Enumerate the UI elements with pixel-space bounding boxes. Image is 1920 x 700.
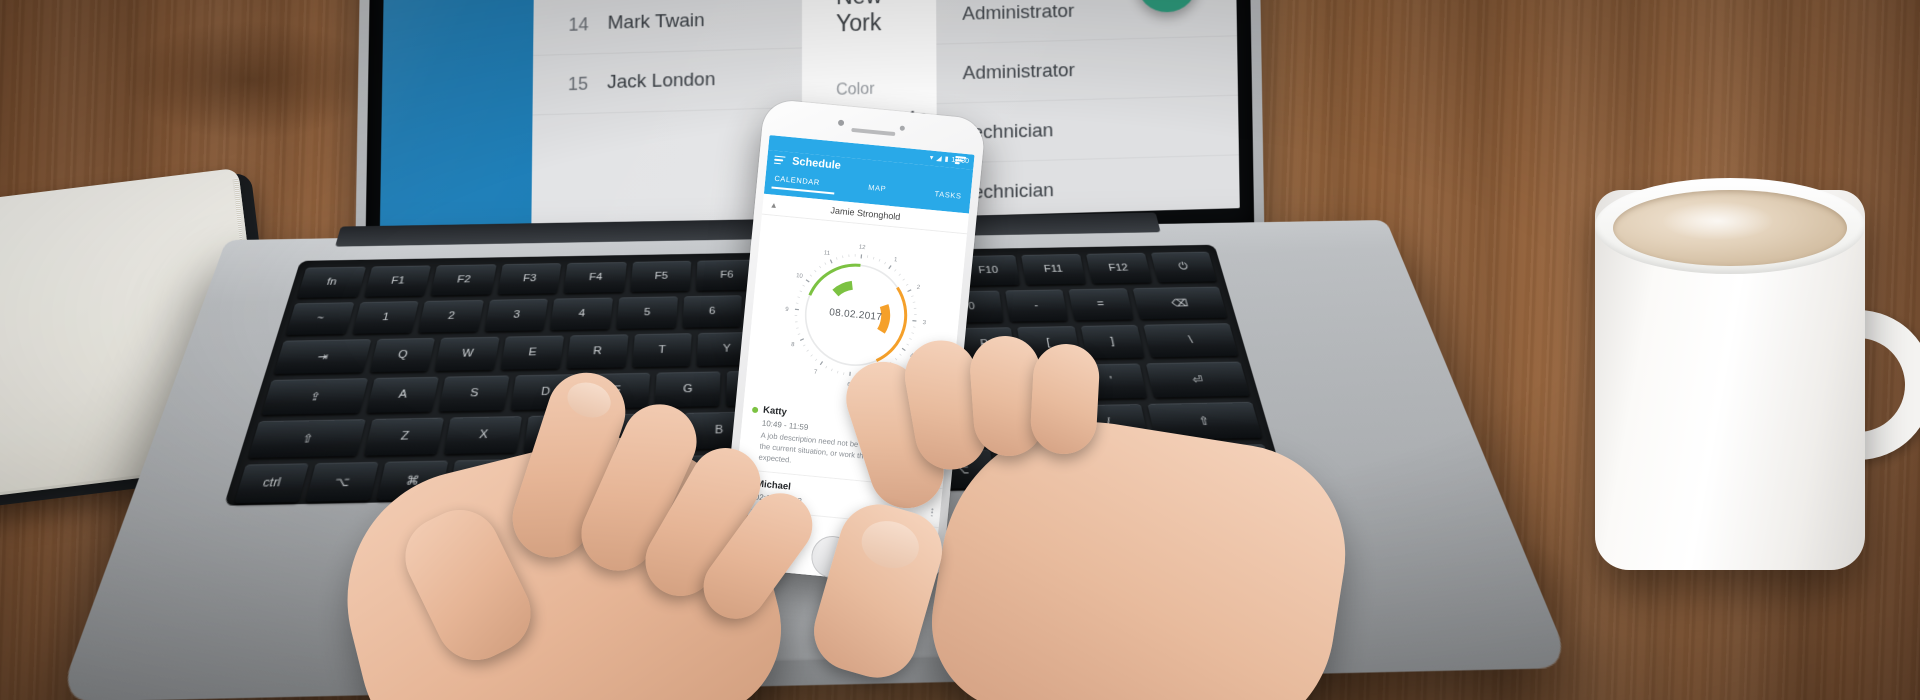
- dial-hour-label: 1: [894, 257, 899, 263]
- filter-icon[interactable]: [954, 155, 967, 165]
- dial-tick: [829, 259, 833, 264]
- dial-tick: [888, 265, 892, 270]
- hamburger-icon[interactable]: [773, 155, 786, 165]
- coffee-foam: [1663, 202, 1773, 240]
- battery-icon: ▮: [944, 155, 949, 164]
- dial-tick: [797, 333, 801, 335]
- dial-tick: [907, 289, 912, 293]
- dial-tick: [810, 354, 813, 357]
- dial-tick: [872, 256, 875, 260]
- dial-tick: [894, 269, 897, 272]
- left-hand: [230, 330, 826, 700]
- dial-tick: [848, 254, 850, 258]
- dial-tick: [796, 327, 799, 329]
- dial-tick: [814, 269, 817, 273]
- dial-tick: [802, 344, 806, 347]
- dial-tick: [911, 295, 914, 297]
- dial-tick: [815, 358, 818, 362]
- dial-tick: [905, 283, 909, 286]
- tab-calendar[interactable]: CALENDAR: [774, 174, 820, 187]
- dial-hour-label: 8: [791, 342, 796, 348]
- dial-tick: [806, 349, 809, 352]
- right-pinky-finger: [1029, 342, 1101, 456]
- dial-tick: [835, 257, 838, 260]
- dial-tick: [825, 365, 828, 369]
- fingernail: [562, 377, 616, 423]
- green-arc: [808, 263, 861, 296]
- dial-tick: [805, 279, 810, 283]
- dial-tick: [842, 255, 844, 259]
- fingernail: [856, 514, 925, 575]
- dial-tick: [831, 368, 833, 372]
- dial-tick: [878, 259, 881, 262]
- dial-tick: [898, 273, 901, 276]
- dial-tick: [837, 370, 839, 374]
- dial-hour-label: 10: [796, 273, 804, 280]
- chevron-up-icon[interactable]: ▲: [769, 200, 778, 210]
- dial-hour-label: 7: [814, 370, 819, 376]
- dial-tick: [797, 296, 800, 298]
- dial-hour-label: 12: [859, 245, 867, 252]
- green-marker: [832, 280, 854, 297]
- wifi-icon: ▾: [929, 154, 934, 162]
- tab-map[interactable]: MAP: [868, 183, 887, 194]
- dial-tick: [809, 274, 813, 277]
- signal-icon: ◢: [935, 155, 942, 163]
- dial-hour-label: 11: [824, 250, 831, 257]
- dial-tick: [819, 361, 824, 366]
- dial-tick: [799, 290, 803, 293]
- dial-tick: [819, 265, 822, 269]
- screenshot-scene: 9Mark Twain10Jack London11Alex Pushkin12…: [0, 0, 1920, 700]
- dial-hour-label: 2: [916, 285, 921, 291]
- right-hand: [804, 300, 1400, 700]
- dial-tick: [799, 338, 805, 341]
- dial-tick: [802, 284, 805, 287]
- dial-tick: [795, 321, 798, 323]
- dial-tick: [884, 261, 887, 265]
- dial-tick: [824, 262, 827, 265]
- tab-tasks[interactable]: TASKS: [934, 189, 962, 201]
- coffee-mug: [1585, 150, 1920, 570]
- employee-name: Jamie Stronghold: [830, 205, 901, 222]
- dial-tick: [902, 278, 905, 281]
